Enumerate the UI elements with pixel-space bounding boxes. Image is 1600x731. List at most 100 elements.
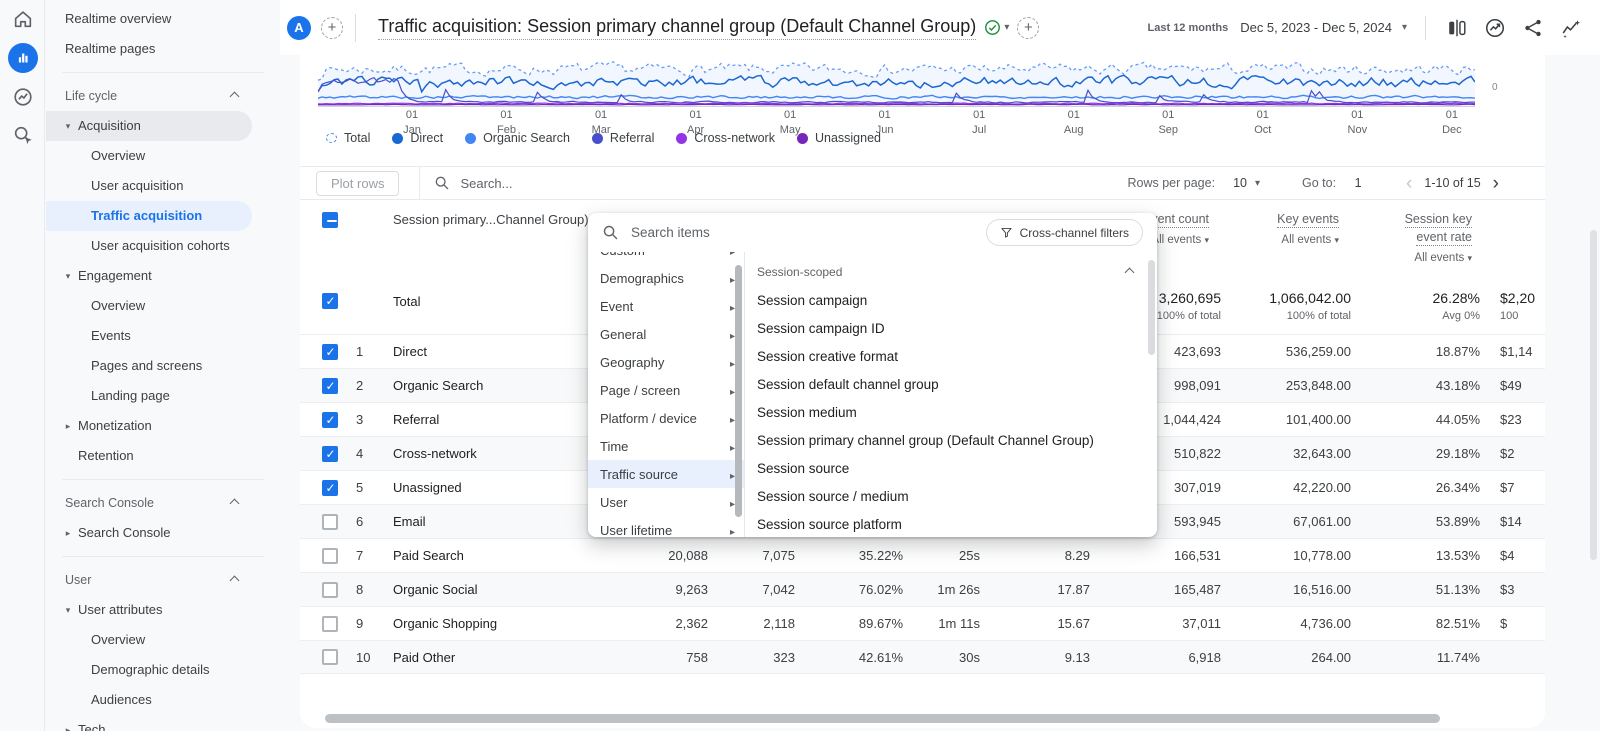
advertising-nav-button[interactable] bbox=[0, 116, 45, 154]
picker-category[interactable]: Traffic source bbox=[588, 460, 744, 488]
row-checkbox[interactable] bbox=[322, 480, 338, 496]
sidebar-item[interactable]: User bbox=[46, 565, 252, 595]
sidebar-item[interactable]: Acquisition bbox=[46, 111, 252, 141]
add-report-button[interactable] bbox=[1017, 17, 1039, 39]
sidebar-item[interactable]: Landing page bbox=[46, 381, 252, 411]
row-checkbox[interactable] bbox=[322, 548, 338, 564]
sidebar-item[interactable]: Life cycle bbox=[46, 81, 252, 111]
compare-icon[interactable] bbox=[1446, 17, 1468, 39]
sidebar-item[interactable]: Search Console bbox=[46, 488, 252, 518]
plot-rows-button[interactable]: Plot rows bbox=[316, 171, 399, 196]
next-page-button[interactable] bbox=[1489, 174, 1503, 193]
expand-caret-icon bbox=[58, 411, 78, 441]
category-scrollbar-thumb[interactable] bbox=[735, 265, 742, 517]
horizontal-scrollbar-thumb[interactable] bbox=[325, 714, 1440, 723]
skr-header-line2[interactable]: event rate bbox=[1416, 230, 1472, 246]
sidebar-item[interactable]: Retention bbox=[46, 441, 252, 471]
sidebar-item[interactable]: Audiences bbox=[46, 685, 252, 715]
reports-nav-button[interactable] bbox=[0, 38, 45, 78]
row-checkbox[interactable] bbox=[322, 344, 338, 360]
sidebar-item[interactable]: Tech bbox=[46, 715, 252, 731]
picker-category[interactable]: User bbox=[588, 488, 744, 516]
sidebar-item[interactable]: Overview bbox=[46, 625, 252, 655]
legend-item[interactable]: Unassigned bbox=[797, 131, 881, 145]
legend-item[interactable]: Referral bbox=[592, 131, 654, 145]
sidebar-item[interactable]: Traffic acquisition bbox=[46, 201, 252, 231]
legend-item[interactable]: Organic Search bbox=[465, 131, 570, 145]
sidebar-item[interactable] bbox=[62, 72, 264, 73]
row-checkbox[interactable] bbox=[322, 378, 338, 394]
picker-scope-item[interactable]: Session default channel group bbox=[745, 370, 1157, 398]
sidebar-item[interactable]: User acquisition cohorts bbox=[46, 231, 252, 261]
sidebar-item[interactable]: Overview bbox=[46, 291, 252, 321]
key-events-filter[interactable]: All events bbox=[1223, 234, 1339, 246]
collapse-chevron-icon[interactable] bbox=[1125, 267, 1135, 277]
add-comparison-button[interactable] bbox=[321, 17, 343, 39]
picker-scope-item[interactable]: Session medium bbox=[745, 398, 1157, 426]
row-checkbox[interactable] bbox=[322, 514, 338, 530]
skr-filter[interactable]: All events bbox=[1353, 252, 1472, 264]
share-icon[interactable] bbox=[1522, 17, 1544, 39]
customize-report-icon[interactable] bbox=[1560, 17, 1582, 39]
sidebar-item[interactable]: Monetization bbox=[46, 411, 252, 441]
sidebar-item[interactable]: Search Console bbox=[46, 518, 252, 548]
row-checkbox[interactable] bbox=[322, 649, 338, 665]
row-checkbox[interactable] bbox=[322, 616, 338, 632]
dimension-header[interactable]: Session primary...Channel Group) bbox=[393, 212, 620, 227]
picker-scope-item[interactable]: Session source platform bbox=[745, 510, 1157, 537]
legend-item[interactable]: Total bbox=[326, 131, 370, 145]
page-title[interactable]: Traffic acquisition: Session primary cha… bbox=[378, 16, 976, 40]
rows-per-page-caret-icon[interactable] bbox=[1255, 178, 1260, 189]
page-scrollbar-thumb[interactable] bbox=[1590, 230, 1597, 560]
row-checkbox[interactable] bbox=[322, 582, 338, 598]
cross-channel-filters-chip[interactable]: Cross-channel filters bbox=[986, 219, 1143, 246]
sidebar-item[interactable]: Realtime pages bbox=[46, 34, 252, 64]
sidebar-item[interactable] bbox=[62, 479, 264, 480]
legend-item[interactable]: Direct bbox=[392, 131, 443, 145]
picker-scope-item[interactable]: Session primary channel group (Default C… bbox=[745, 426, 1157, 454]
skr-header-line1[interactable]: Session key bbox=[1405, 212, 1472, 228]
legend-item[interactable]: Cross-network bbox=[676, 131, 775, 145]
date-range-value[interactable]: Dec 5, 2023 - Dec 5, 2024 bbox=[1240, 20, 1392, 35]
previous-page-button[interactable] bbox=[1402, 174, 1416, 193]
picker-category[interactable]: Demographics bbox=[588, 264, 744, 292]
row-checkbox[interactable] bbox=[322, 412, 338, 428]
sidebar-item[interactable]: Overview bbox=[46, 141, 252, 171]
picker-category[interactable]: General bbox=[588, 320, 744, 348]
sidebar-item[interactable] bbox=[62, 556, 264, 557]
insights-icon[interactable] bbox=[1484, 17, 1506, 39]
picker-scope-item[interactable]: Session source bbox=[745, 454, 1157, 482]
picker-category[interactable]: Event bbox=[588, 292, 744, 320]
scope-scrollbar-thumb[interactable] bbox=[1148, 260, 1155, 355]
select-all-checkbox[interactable] bbox=[322, 212, 338, 228]
sidebar-item[interactable]: User acquisition bbox=[46, 171, 252, 201]
picker-category[interactable]: Platform / device bbox=[588, 404, 744, 432]
picker-scope-item[interactable]: Session campaign ID bbox=[745, 314, 1157, 342]
row-checkbox[interactable] bbox=[322, 446, 338, 462]
key-events-header[interactable]: Key events bbox=[1277, 212, 1339, 228]
picker-scope-item[interactable]: Session creative format bbox=[745, 342, 1157, 370]
sidebar-item[interactable]: Pages and screens bbox=[46, 351, 252, 381]
rows-per-page-select[interactable]: 10 bbox=[1233, 176, 1247, 190]
goto-page-input[interactable]: 1 bbox=[1344, 176, 1372, 190]
explore-nav-button[interactable] bbox=[0, 78, 45, 116]
picker-search-input[interactable] bbox=[631, 225, 974, 240]
home-nav-button[interactable] bbox=[0, 0, 45, 38]
sidebar-item[interactable]: User attributes bbox=[46, 595, 252, 625]
sidebar-item[interactable]: Engagement bbox=[46, 261, 252, 291]
picker-category[interactable]: Page / screen bbox=[588, 376, 744, 404]
picker-category[interactable]: Time bbox=[588, 432, 744, 460]
sidebar-item[interactable]: Demographic details bbox=[46, 655, 252, 685]
date-range-caret-icon[interactable] bbox=[1402, 22, 1407, 33]
picker-scope-item[interactable]: Session source / medium bbox=[745, 482, 1157, 510]
sidebar-item[interactable]: Events bbox=[46, 321, 252, 351]
report-status-badge[interactable] bbox=[984, 19, 1009, 36]
picker-category[interactable]: Custom bbox=[588, 252, 744, 264]
picker-category[interactable]: Geography bbox=[588, 348, 744, 376]
picker-scope-item[interactable]: Session campaign bbox=[745, 286, 1157, 314]
picker-category[interactable]: User lifetime bbox=[588, 516, 744, 537]
table-search-input[interactable] bbox=[460, 176, 760, 191]
avatar[interactable]: A bbox=[287, 16, 311, 40]
total-row-checkbox[interactable] bbox=[322, 293, 338, 309]
sidebar-item[interactable]: Realtime overview bbox=[46, 4, 252, 34]
